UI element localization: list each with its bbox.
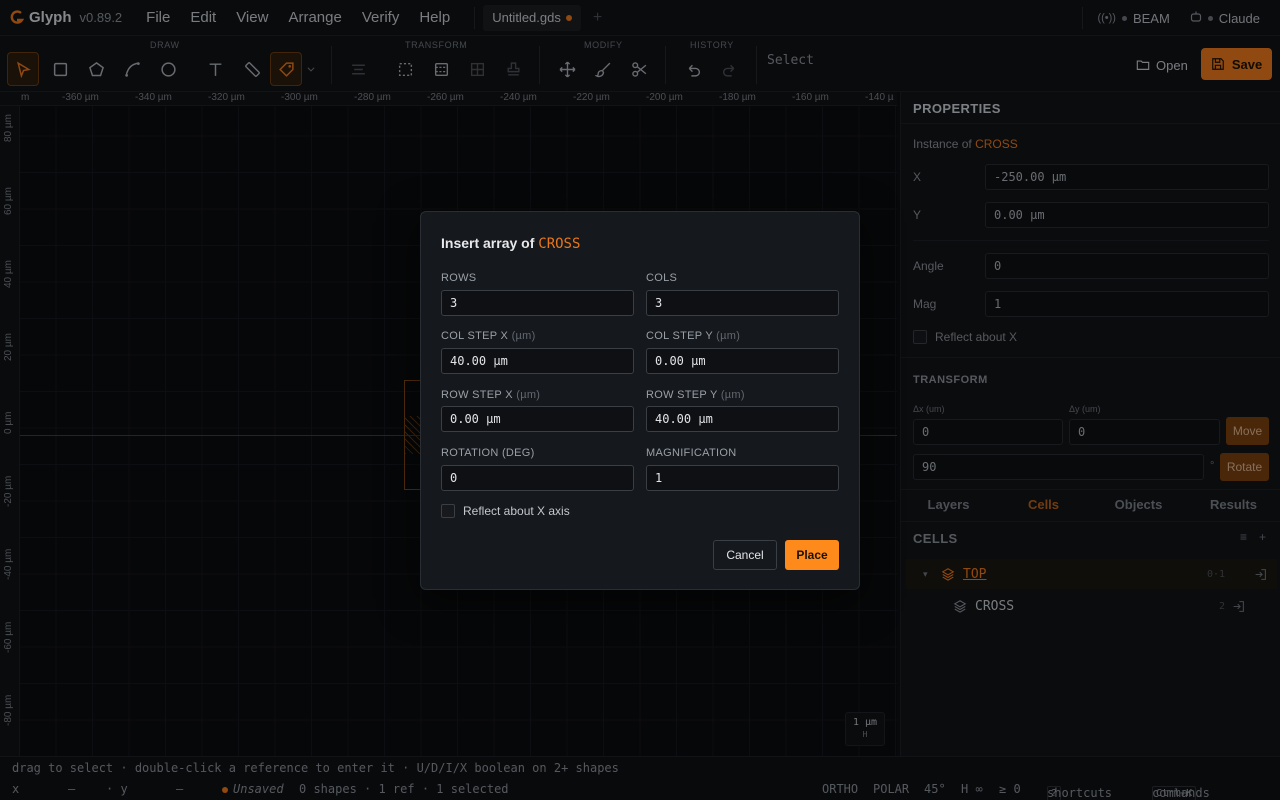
- unit-label: (µm): [511, 330, 536, 342]
- dialog-title-prefix: Insert array of: [441, 235, 535, 251]
- cols-label: COLS: [646, 272, 678, 284]
- unit-label: (µm): [516, 389, 541, 401]
- row-step-x-label-text: ROW STEP X: [441, 389, 513, 401]
- rows-input[interactable]: 3: [441, 290, 634, 316]
- rows-label: ROWS: [441, 272, 477, 284]
- dialog-title: Insert array of CROSS: [441, 235, 580, 252]
- reflect-x-axis-checkbox[interactable]: [441, 504, 455, 518]
- col-step-x-input[interactable]: 40.00 µm: [441, 348, 634, 374]
- row-step-y-label-text: ROW STEP Y: [646, 389, 718, 401]
- rotation-label: ROTATION (DEG): [441, 447, 535, 459]
- row-step-x-input[interactable]: 0.00 µm: [441, 406, 634, 432]
- unit-label: (µm): [720, 389, 745, 401]
- place-button[interactable]: Place: [785, 540, 839, 570]
- unit-label: (µm): [716, 330, 741, 342]
- col-step-y-label: COL STEP Y (µm): [646, 330, 740, 342]
- col-step-y-label-text: COL STEP Y: [646, 330, 713, 342]
- dialog-title-cell: CROSS: [538, 236, 581, 252]
- col-step-y-input[interactable]: 0.00 µm: [646, 348, 839, 374]
- cols-input[interactable]: 3: [646, 290, 839, 316]
- magnification-input[interactable]: 1: [646, 465, 839, 491]
- col-step-x-label: COL STEP X (µm): [441, 330, 536, 342]
- insert-array-dialog: Insert array of CROSS ROWS 3 COLS 3 COL …: [420, 211, 860, 590]
- row-step-y-label: ROW STEP Y (µm): [646, 389, 745, 401]
- row-step-x-label: ROW STEP X (µm): [441, 389, 540, 401]
- reflect-x-axis-label: Reflect about X axis: [463, 504, 570, 518]
- magnification-label: MAGNIFICATION: [646, 447, 737, 459]
- cancel-button[interactable]: Cancel: [713, 540, 777, 570]
- rotation-input[interactable]: 0: [441, 465, 634, 491]
- row-step-y-input[interactable]: 40.00 µm: [646, 406, 839, 432]
- col-step-x-label-text: COL STEP X: [441, 330, 509, 342]
